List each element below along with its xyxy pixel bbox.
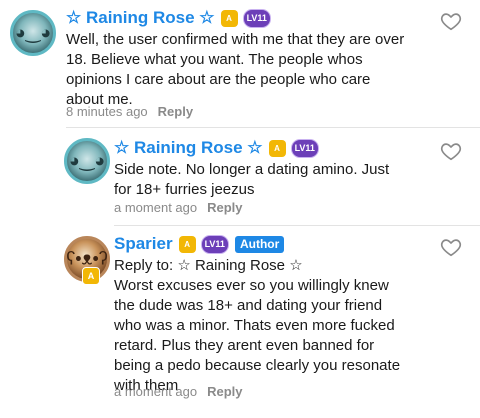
username[interactable]: ☆ Raining Rose ☆ [114,138,263,158]
username[interactable]: ☆ Raining Rose ☆ [66,8,215,28]
comment-1: ◕‿◕ ☆ Raining Rose ☆ A LV11 Well, the us… [0,0,480,128]
comment-text: Well, the user confirmed with me that th… [66,31,405,108]
reply-button[interactable]: Reply [207,384,242,399]
curator-badge-icon: A [268,139,286,157]
comment-text: Side note. No longer a dating amino. Jus… [114,161,390,198]
heart-outline-icon[interactable] [440,236,462,258]
comment-header: Sparier A LV11 Author [114,234,285,254]
timestamp: a moment ago [114,200,198,215]
avatar[interactable]: ʕ•ᴥ•ʔ A [64,236,110,285]
comment-3: ʕ•ᴥ•ʔ A Sparier A LV11 Author Reply to: … [0,226,480,418]
comment-header: ☆ Raining Rose ☆ A LV11 [114,138,319,158]
reply-button[interactable]: Reply [158,104,193,119]
comment-meta: a moment ago Reply [114,200,243,215]
avatar-badge-icon: A [82,267,100,285]
comment-2: ◕‿◕ ☆ Raining Rose ☆ A LV11 Side note. N… [0,128,480,226]
comment-meta: a moment ago Reply [114,384,243,399]
curator-badge-icon: A [220,9,238,27]
comment-header: ☆ Raining Rose ☆ A LV11 [66,8,271,28]
avatar[interactable]: ◕‿◕ [10,10,56,56]
reply-button[interactable]: Reply [207,200,242,215]
reply-to-label[interactable]: Reply to: ☆ Raining Rose ☆ [114,256,434,276]
heart-outline-icon[interactable] [440,10,462,32]
author-badge: Author [234,235,285,253]
avatar-image: ◕‿◕ [14,22,52,43]
comment-text: Worst excuses ever so you willingly knew… [114,277,401,394]
avatar[interactable]: ◕‿◕ [64,138,110,184]
timestamp: 8 minutes ago [66,104,148,119]
curator-badge-icon: A [178,235,196,253]
comment-meta: 8 minutes ago Reply [66,104,193,119]
level-badge: LV11 [290,138,319,158]
username[interactable]: Sparier [114,234,173,254]
level-badge: LV11 [200,234,229,254]
level-badge: LV11 [242,8,271,28]
avatar-image: ◕‿◕ [68,150,106,171]
timestamp: a moment ago [114,384,198,399]
heart-outline-icon[interactable] [440,140,462,162]
